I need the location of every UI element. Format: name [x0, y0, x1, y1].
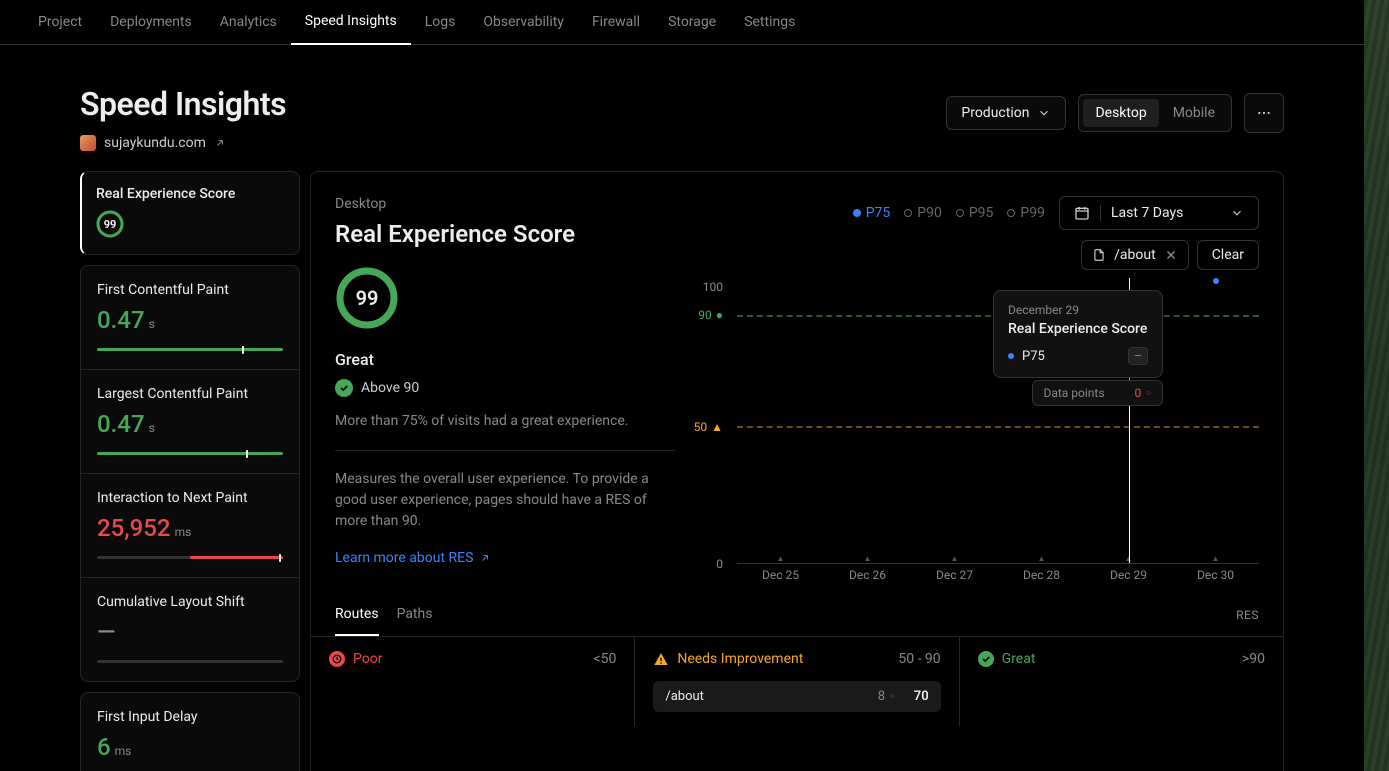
- y-label-50: 50 ▲: [694, 420, 723, 434]
- routes-column-label: RES: [1236, 608, 1259, 634]
- filter-pill[interactable]: /about: [1081, 240, 1189, 270]
- check-icon: [335, 379, 353, 397]
- sidebar-res-title: Real Experience Score: [96, 186, 283, 202]
- routes-column-poor: Poor<50: [311, 637, 635, 726]
- y-label-90: 90 ●: [698, 308, 723, 322]
- metric-title: First Contentful Paint: [97, 282, 283, 298]
- res-ring-large: 99: [335, 266, 399, 330]
- data-points-pill: Data points 0 ⁘: [1032, 380, 1163, 406]
- background-image-strip: [1364, 0, 1389, 771]
- series-dot-icon: [1008, 353, 1014, 359]
- project-domain[interactable]: sujaykundu.com: [104, 135, 206, 151]
- top-nav: ProjectDeploymentsAnalyticsSpeed Insight…: [0, 0, 1364, 45]
- routes-tabs: Routes Paths: [335, 606, 432, 636]
- external-link-icon: [479, 552, 491, 564]
- environment-select[interactable]: Production: [946, 96, 1066, 130]
- sidebar-metric-card[interactable]: First Contentful Paint 0.47 s: [81, 266, 299, 369]
- y-label-0: 0: [716, 557, 723, 571]
- y-label-100: 100: [703, 280, 723, 294]
- device-segment: Desktop Mobile: [1078, 94, 1232, 132]
- percentile-p95[interactable]: P95: [956, 205, 994, 221]
- routes-column-warn: Needs Improvement50 - 90 /about 8 ⁘ 70: [635, 637, 959, 726]
- calendar-icon: [1074, 205, 1090, 221]
- percentile-p75[interactable]: P75: [853, 205, 891, 221]
- routes-tab-paths[interactable]: Paths: [397, 606, 433, 636]
- nav-tab-project[interactable]: Project: [24, 0, 96, 45]
- project-avatar: [80, 135, 96, 151]
- date-range-select[interactable]: Last 7 Days: [1059, 196, 1259, 230]
- metric-unit: s: [149, 317, 155, 331]
- x-axis-label: Dec 25: [737, 568, 824, 588]
- chevron-down-icon: [1037, 106, 1051, 120]
- warning-icon: [653, 651, 669, 667]
- route-row[interactable]: /about 8 ⁘ 70: [653, 681, 940, 712]
- grade-sublabel: Above 90: [361, 380, 419, 396]
- x-axis-label: Dec 28: [998, 568, 1085, 588]
- sidebar-res-card[interactable]: Real Experience Score 99: [80, 171, 300, 255]
- sidebar-metric-card[interactable]: Interaction to Next Paint 25,952 ms: [81, 473, 299, 577]
- percentile-p99[interactable]: P99: [1007, 205, 1045, 221]
- nav-tab-speed-insights[interactable]: Speed Insights: [291, 0, 411, 45]
- clear-filters-button[interactable]: Clear: [1197, 240, 1259, 270]
- check-icon: [978, 651, 994, 667]
- panel-title: Real Experience Score: [335, 220, 675, 248]
- more-menu-button[interactable]: [1244, 93, 1284, 133]
- metric-unit: s: [149, 421, 155, 435]
- chevron-down-icon: [1230, 206, 1244, 220]
- chart-point: [1213, 278, 1219, 284]
- summary-text: More than 75% of visits had a great expe…: [335, 411, 675, 432]
- metric-value: —: [97, 618, 116, 646]
- close-icon: [1164, 248, 1178, 262]
- page-icon: [1092, 248, 1106, 262]
- nav-tab-firewall[interactable]: Firewall: [578, 0, 654, 45]
- metric-value: 6: [97, 733, 111, 761]
- chart-tooltip: December 29 Real Experience Score P75 –: [993, 290, 1163, 378]
- nav-tab-observability[interactable]: Observability: [469, 0, 578, 45]
- metric-title: Largest Contentful Paint: [97, 386, 283, 402]
- metric-title: First Input Delay: [97, 709, 283, 725]
- external-link-icon: [214, 137, 226, 149]
- x-axis-label: Dec 27: [911, 568, 998, 588]
- main-panel: Desktop Real Experience Score 99 Great A…: [310, 171, 1284, 771]
- metric-title: Cumulative Layout Shift: [97, 594, 283, 610]
- device-desktop[interactable]: Desktop: [1083, 99, 1158, 127]
- metric-value: 0.47: [97, 306, 145, 334]
- res-ring-small: 99: [96, 210, 124, 238]
- x-axis-label: Dec 26: [824, 568, 911, 588]
- nav-tab-storage[interactable]: Storage: [654, 0, 730, 45]
- nav-tab-analytics[interactable]: Analytics: [206, 0, 291, 45]
- learn-more-link[interactable]: Learn more about RES: [335, 550, 491, 566]
- metric-value: 0.47: [97, 410, 145, 438]
- percentile-p90[interactable]: P90: [904, 205, 942, 221]
- page-title: Speed Insights: [80, 85, 286, 123]
- nav-tab-settings[interactable]: Settings: [730, 0, 809, 45]
- res-chart[interactable]: 100 90 ● 50 ▲ 0 ▲▲▲▲▲▲ Dec 25Dec 26Dec 2…: [699, 278, 1259, 588]
- device-mobile[interactable]: Mobile: [1161, 99, 1227, 127]
- percentile-selector: P75 P90 P95 P99: [853, 205, 1045, 221]
- nav-tab-deployments[interactable]: Deployments: [96, 0, 206, 45]
- grade-label: Great: [335, 350, 675, 369]
- nav-tab-logs[interactable]: Logs: [411, 0, 470, 45]
- routes-tab-routes[interactable]: Routes: [335, 606, 379, 636]
- metric-unit: ms: [175, 525, 192, 539]
- x-axis-label: Dec 30: [1172, 568, 1259, 588]
- more-horizontal-icon: [1256, 105, 1272, 121]
- metric-title: Interaction to Next Paint: [97, 490, 283, 506]
- sidebar-metric-card[interactable]: Cumulative Layout Shift —: [81, 577, 299, 681]
- panel-device-label: Desktop: [335, 196, 675, 212]
- description-text: Measures the overall user experience. To…: [335, 469, 675, 532]
- sidebar-fid-card[interactable]: First Input Delay 6 ms: [80, 692, 300, 771]
- sidebar-metric-card[interactable]: Largest Contentful Paint 0.47 s: [81, 369, 299, 473]
- metrics-sidebar: Real Experience Score 99 First Contentfu…: [80, 171, 300, 771]
- poor-icon: [329, 651, 345, 667]
- routes-column-great: Great>90: [960, 637, 1283, 726]
- remove-filter-button[interactable]: [1164, 248, 1178, 262]
- metric-value: 25,952: [97, 514, 171, 542]
- x-axis-label: Dec 29: [1085, 568, 1172, 588]
- metric-unit: ms: [115, 744, 132, 758]
